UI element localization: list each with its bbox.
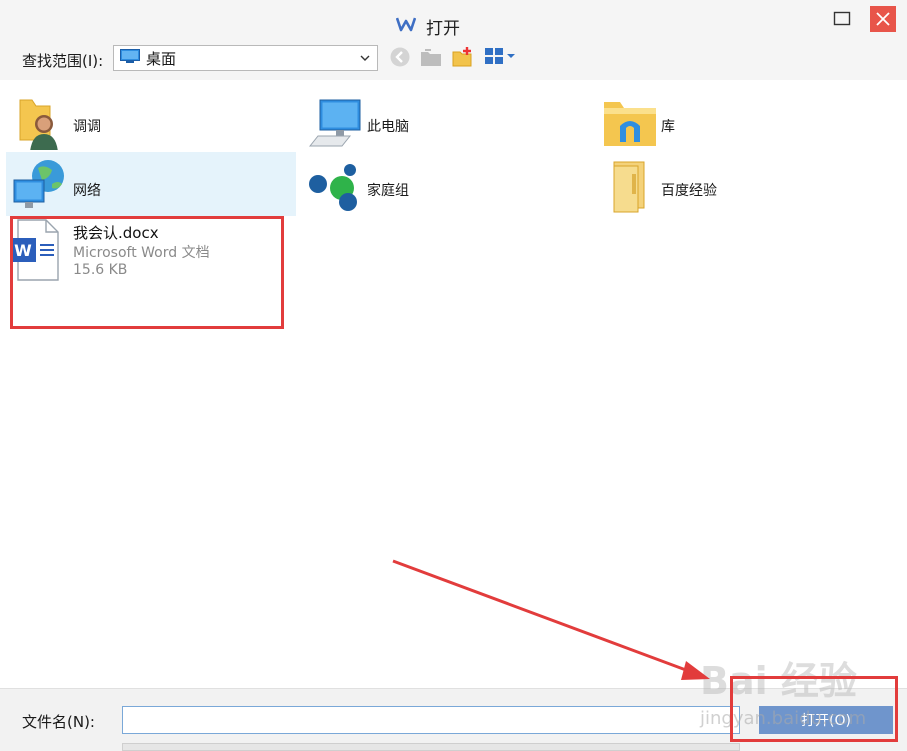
look-in-value: 桌面 [146, 49, 177, 68]
filename-label: 文件名(N): [22, 713, 95, 731]
item-label: 库 [661, 119, 675, 135]
list-item-user-folder[interactable]: 调调 [6, 88, 296, 152]
maximize-icon [833, 11, 851, 26]
navigation-toolbar: 查找范围(I): 桌面 [0, 42, 907, 80]
new-folder-icon[interactable] [451, 46, 475, 72]
title-bar: 打开 [0, 0, 907, 42]
desktop-icon [120, 49, 140, 67]
chevron-down-icon[interactable] [359, 50, 371, 70]
list-item-this-pc[interactable]: 此电脑 [300, 88, 590, 152]
item-label: 家庭组 [367, 183, 409, 199]
network-icon [12, 158, 70, 214]
look-in-dropdown[interactable]: 桌面 [113, 45, 378, 71]
maximize-button[interactable] [829, 6, 855, 32]
list-item-homegroup[interactable]: 家庭组 [300, 152, 590, 216]
up-folder-icon[interactable] [419, 46, 443, 72]
file-list[interactable]: 调调 此电脑 库 网络 家庭组 百度经验 W 我会认.docx Microsof… [0, 80, 907, 688]
item-label: 此电脑 [367, 119, 409, 135]
window-title-text: 打开 [426, 18, 460, 39]
item-label: 百度经验 [661, 183, 717, 199]
wps-writer-icon [395, 16, 417, 36]
list-item-network[interactable]: 网络 [6, 152, 296, 216]
item-label: 调调 [73, 119, 101, 135]
look-in-label: 查找范围(I): [22, 52, 104, 70]
view-menu-icon[interactable] [484, 46, 518, 70]
list-item-baidu-folder[interactable]: 百度经验 [594, 152, 884, 216]
library-icon [600, 94, 658, 150]
computer-icon [306, 94, 364, 150]
item-label: 网络 [73, 183, 101, 199]
user-folder-icon [12, 94, 70, 152]
close-icon [876, 12, 890, 26]
close-button[interactable] [870, 6, 896, 32]
annotation-highlight-file [10, 216, 284, 329]
homegroup-icon [306, 158, 364, 214]
back-icon[interactable] [389, 46, 411, 72]
annotation-highlight-open-button [730, 676, 898, 742]
list-item-library[interactable]: 库 [594, 88, 884, 152]
folder-icon [600, 158, 658, 214]
window-title: 打开 [395, 14, 460, 39]
filename-input[interactable] [122, 706, 740, 734]
